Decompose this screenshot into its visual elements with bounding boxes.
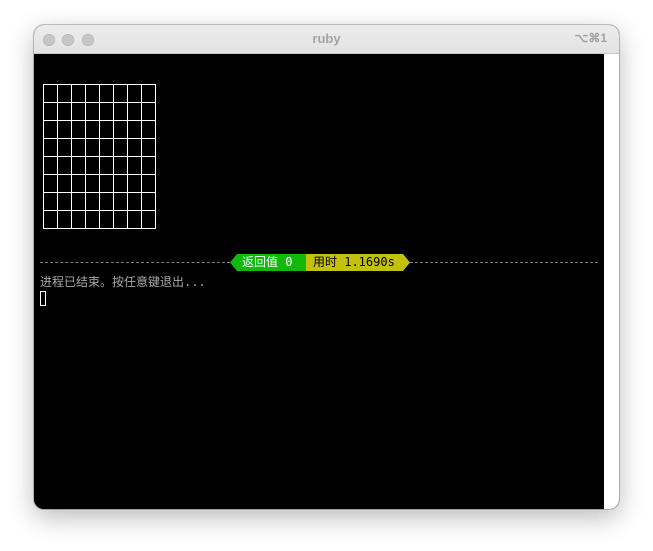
terminal-window: ruby ⌥⌘1 返回值 0 用时 1.1690s 进程已结束。按任意键退出..… bbox=[34, 25, 619, 509]
window-title: ruby bbox=[312, 31, 341, 46]
separator-right bbox=[410, 262, 598, 263]
text-cursor bbox=[40, 291, 46, 306]
terminal-content[interactable]: 返回值 0 用时 1.1690s 进程已结束。按任意键退出... bbox=[34, 54, 604, 509]
separator-left bbox=[40, 262, 230, 263]
window-shortcut-label: ⌥⌘1 bbox=[574, 31, 607, 45]
return-code-badge: 返回值 0 bbox=[230, 254, 307, 271]
scrollbar-track[interactable] bbox=[604, 54, 619, 509]
process-exit-message: 进程已结束。按任意键退出... bbox=[40, 275, 206, 289]
elapsed-time-badge: 用时 1.1690s bbox=[306, 254, 410, 271]
ascii-grid-drawing bbox=[43, 84, 156, 229]
title-bar[interactable]: ruby ⌥⌘1 bbox=[34, 25, 619, 54]
